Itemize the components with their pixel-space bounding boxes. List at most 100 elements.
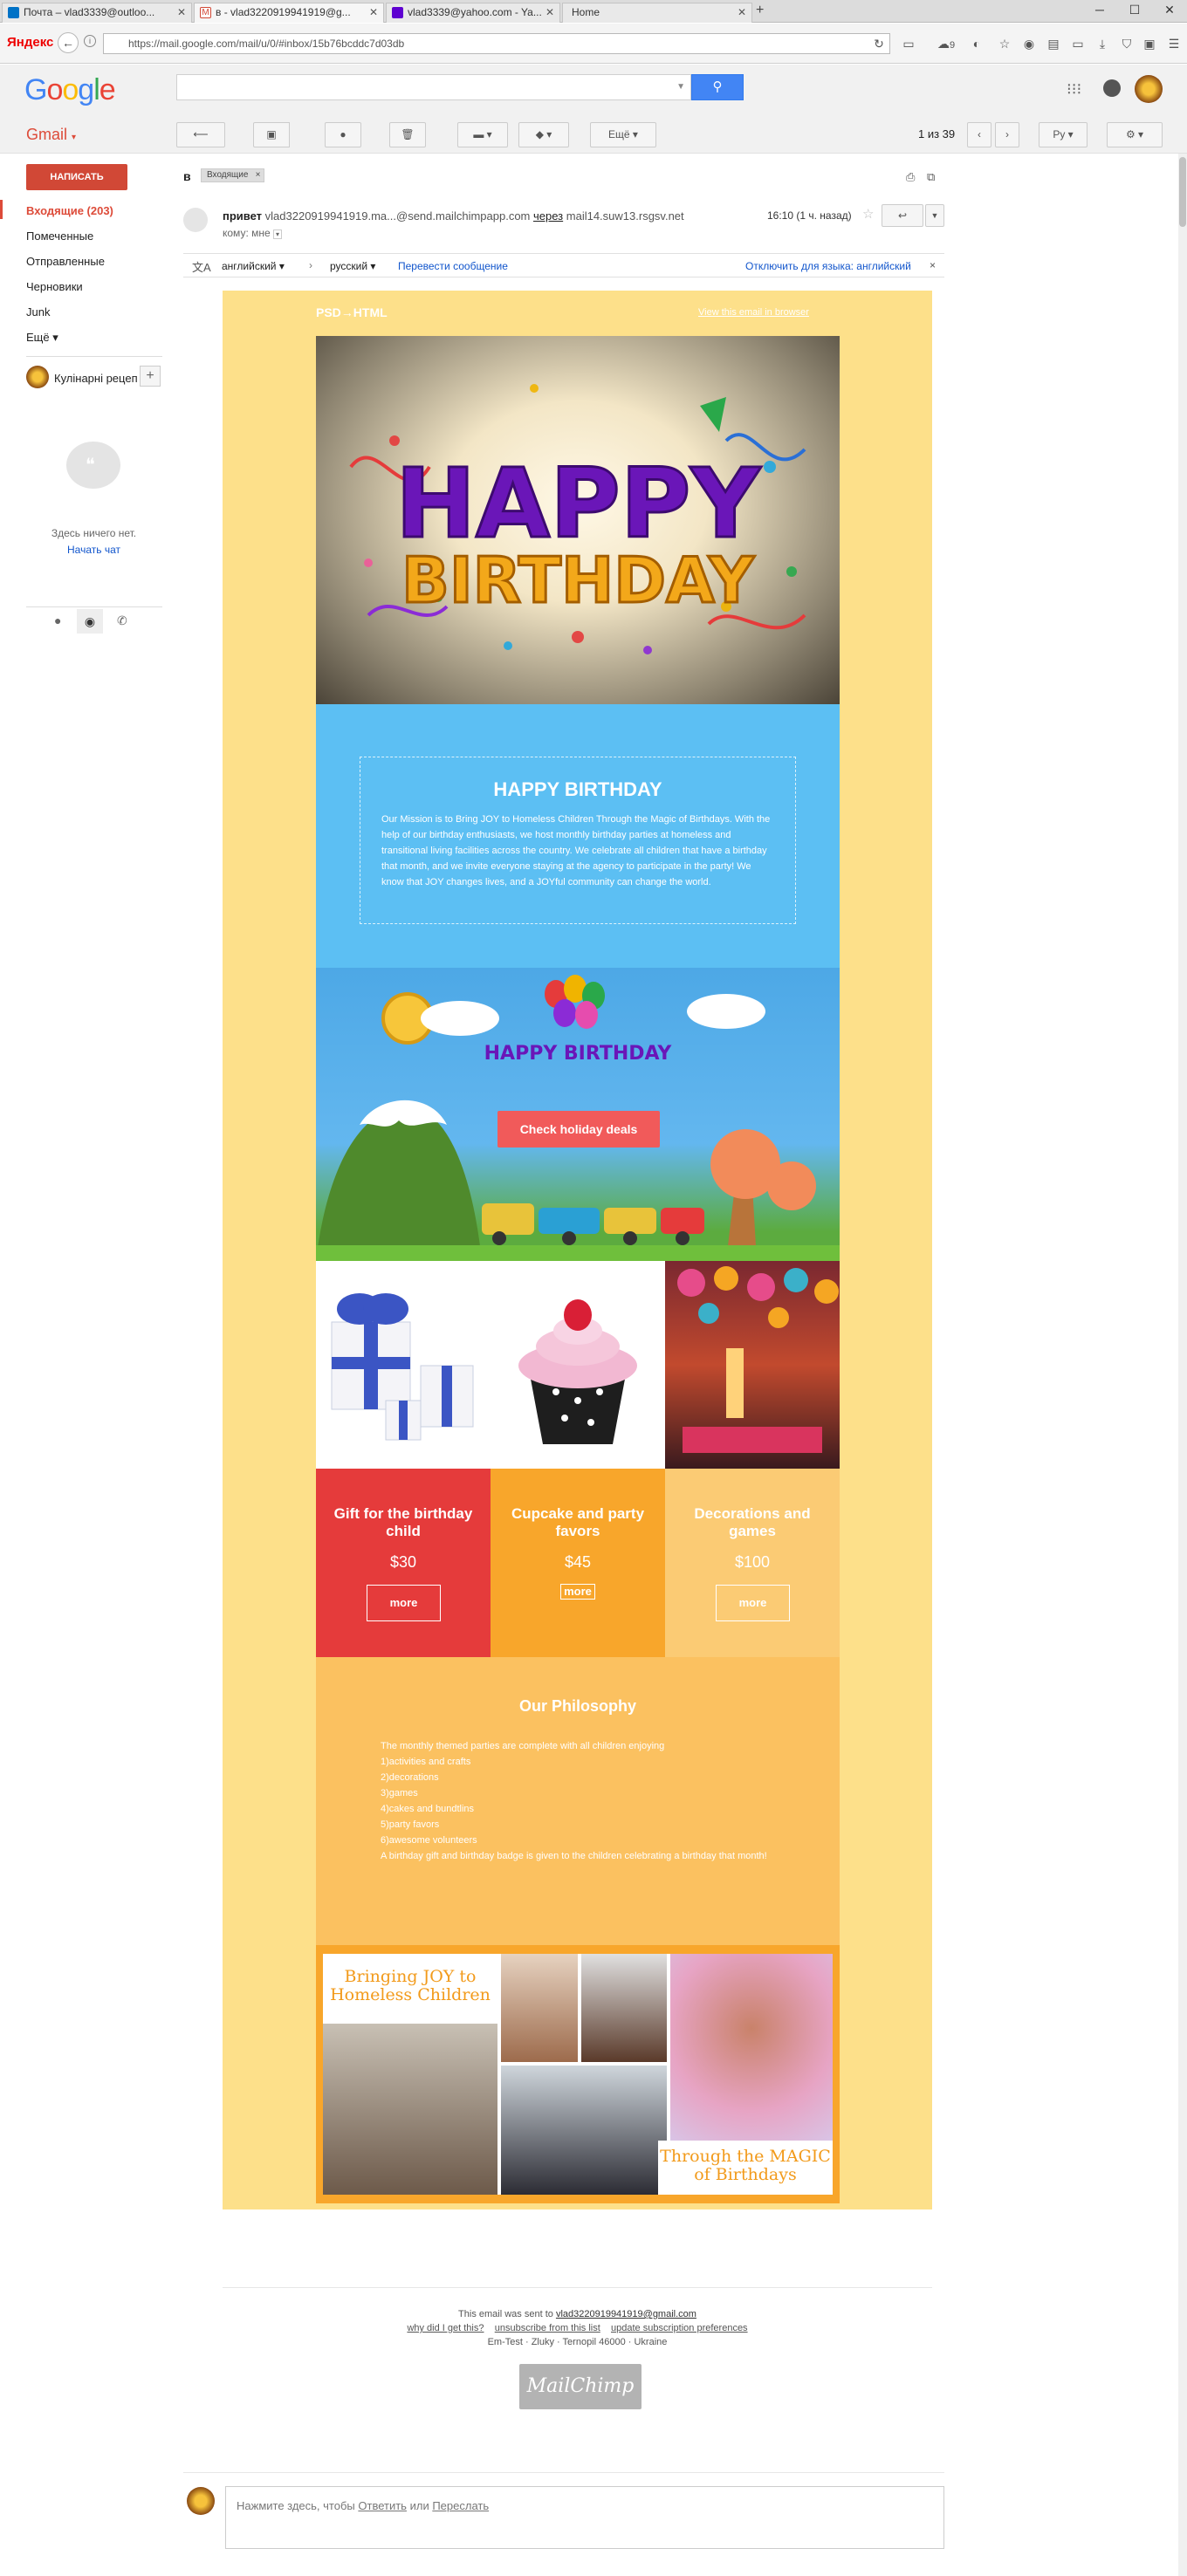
tab-yahoo[interactable]: vlad3339@yahoo.com - Ya... ✕ (386, 3, 560, 23)
mission-box: HAPPY BIRTHDAY Our Mission is to Bring J… (360, 757, 796, 924)
extension-icon[interactable]: ◉ (1019, 34, 1039, 53)
recipients-expand-icon[interactable]: ▾ (273, 230, 283, 239)
arrow-right-icon: › (309, 259, 312, 271)
input-language-button[interactable]: Ру ▾ (1039, 122, 1088, 147)
more-button[interactable]: Ещё ▾ (590, 122, 656, 147)
new-tab-icon[interactable]: + (756, 3, 764, 18)
hamburger-menu-icon[interactable]: ☰ (1164, 34, 1184, 53)
chat-bubble-icon[interactable]: ◉ (77, 609, 103, 634)
reply-box[interactable]: Нажмите здесь, чтобы Ответить или Пересл… (225, 2486, 944, 2549)
url-text: https://mail.google.com/mail/u/0/#inbox/… (128, 38, 405, 50)
search-button[interactable]: ⚲ (691, 74, 744, 100)
window-icon[interactable]: ▭ (899, 34, 918, 53)
disable-translation-link[interactable]: Отключить для языка: английский (745, 260, 911, 272)
newer-button[interactable]: ‹ (967, 122, 991, 147)
email-brand-logo[interactable]: PSD→HTML (316, 305, 388, 319)
mail-search-input[interactable]: ▼ (176, 74, 691, 100)
settings-button[interactable]: ⚙ ▾ (1107, 122, 1163, 147)
tab-outlook[interactable]: Почта – vlad3339@outloo... ✕ (2, 3, 192, 23)
more-button[interactable]: more (367, 1585, 441, 1621)
more-button[interactable]: more (560, 1584, 595, 1600)
url-field[interactable]: https://mail.google.com/mail/u/0/#inbox/… (103, 33, 890, 54)
target-language-select[interactable]: русский ▾ (330, 260, 375, 272)
sidebar-item-junk[interactable]: Junk (26, 305, 50, 319)
why-link[interactable]: why did I get this? (407, 2323, 484, 2333)
close-icon[interactable]: ✕ (369, 3, 378, 22)
mailchimp-badge[interactable]: MailChimp (519, 2364, 642, 2409)
remove-label-icon[interactable]: × (256, 169, 261, 182)
source-language-select[interactable]: английский ▾ (222, 260, 285, 272)
spam-button[interactable]: ● (325, 122, 361, 147)
update-preferences-link[interactable]: update subscription preferences (611, 2323, 748, 2333)
shield-icon[interactable]: ⛉ (1117, 34, 1136, 53)
reply-link[interactable]: Ответить (358, 2499, 407, 2512)
apps-grid-icon[interactable]: ⁝⁝⁝ (1067, 80, 1081, 99)
view-in-browser-link[interactable]: View this email in browser (698, 307, 809, 318)
yandex-brand[interactable]: Яндекс (7, 35, 53, 50)
star-icon[interactable]: ☆ (862, 206, 874, 222)
menu-dots-icon[interactable]: ▭ (1068, 34, 1088, 53)
info-icon[interactable]: i (84, 35, 96, 47)
add-hangout-icon[interactable]: + (140, 366, 161, 387)
labels-button[interactable]: ◆ ▾ (518, 122, 569, 147)
sidebar-item-inbox[interactable]: Входящие (203) (26, 204, 113, 217)
hangout-contact[interactable]: Кулінарні рецеп (54, 372, 138, 385)
unsubscribe-link[interactable]: unsubscribe from this list (495, 2323, 600, 2333)
close-icon[interactable]: ✕ (177, 3, 186, 22)
notifications-icon[interactable] (1103, 79, 1121, 97)
download-icon[interactable]: ⤓ (1093, 34, 1112, 53)
forward-link[interactable]: Переслать (432, 2499, 489, 2512)
close-icon[interactable]: × (930, 259, 936, 271)
close-icon[interactable]: ✕ (545, 3, 554, 22)
collage-frame: Bringing JOY to Homeless Children Throug… (323, 1954, 833, 2195)
translate-message-link[interactable]: Перевести сообщение (398, 260, 508, 272)
phone-icon[interactable]: ✆ (117, 613, 127, 628)
print-icon[interactable]: ⎙ (906, 170, 915, 184)
reply-button[interactable]: ↩ (882, 204, 923, 227)
recipients-line[interactable]: кому: мне ▾ (223, 227, 283, 239)
sidebar-item-sent[interactable]: Отправленные (26, 255, 105, 268)
close-icon[interactable]: ✕ (738, 3, 746, 22)
sidebar-item-drafts[interactable]: Черновики (26, 280, 83, 293)
lock-icon[interactable]: ▣ (1140, 34, 1159, 53)
contacts-icon[interactable]: ● (54, 613, 61, 627)
close-window-icon[interactable]: ✕ (1152, 0, 1187, 19)
sender-name[interactable]: привет (223, 209, 262, 223)
check-holiday-deals-button[interactable]: Check holiday deals (497, 1111, 660, 1148)
more-actions-button[interactable]: ▼ (925, 204, 944, 227)
move-to-button[interactable]: ▬ ▾ (457, 122, 508, 147)
hangout-avatar[interactable] (26, 366, 49, 388)
sidebar-item-starred[interactable]: Помеченные (26, 230, 93, 243)
compose-button[interactable]: НАПИСАТЬ (26, 164, 127, 190)
back-to-inbox-button[interactable]: ⟵ (176, 122, 225, 147)
weather-icon[interactable]: ☁9 (930, 34, 962, 53)
delete-button[interactable]: 🗑 (389, 122, 426, 147)
hangouts-icon: ❝ (66, 442, 120, 489)
tab-home[interactable]: Home ✕ (562, 3, 752, 23)
start-chat-link[interactable]: Начать чат (35, 544, 153, 556)
archive-button[interactable]: ▣ (253, 122, 290, 147)
tab-gmail[interactable]: M в - vlad3220919941919@g... ✕ (194, 3, 384, 23)
hero-birthday-text: BIRTHDAY (401, 544, 755, 617)
sidebar-item-more[interactable]: Ещё ▾ (26, 331, 58, 345)
google-logo[interactable]: Google (24, 73, 116, 107)
gmail-app-switcher[interactable]: Gmail ▾ (26, 126, 76, 144)
bookmark-star-icon[interactable]: ☆ (995, 34, 1014, 53)
older-button[interactable]: › (995, 122, 1019, 147)
bookmarks-icon[interactable]: ▤ (1044, 34, 1063, 53)
label-chip[interactable]: Входящие × (201, 168, 265, 182)
product-title: Decorations and games (694, 1505, 811, 1539)
scrollbar-track[interactable] (1178, 154, 1187, 2576)
via-word[interactable]: через (533, 209, 563, 223)
maximize-icon[interactable]: ☐ (1117, 0, 1152, 19)
reload-icon[interactable]: ↻ (869, 34, 889, 53)
search-options-icon[interactable]: ▼ (676, 82, 685, 92)
new-window-icon[interactable]: ⧉ (927, 170, 935, 184)
scrollbar-thumb[interactable] (1179, 157, 1186, 227)
account-avatar[interactable] (1135, 75, 1163, 103)
back-icon[interactable]: ← (58, 32, 79, 53)
footer-email-link[interactable]: vlad3220919941919@gmail.com (556, 2309, 696, 2319)
yandex-disk-icon[interactable]: ◐ (967, 34, 986, 53)
minimize-icon[interactable]: ─ (1082, 0, 1117, 19)
more-button[interactable]: more (716, 1585, 790, 1621)
